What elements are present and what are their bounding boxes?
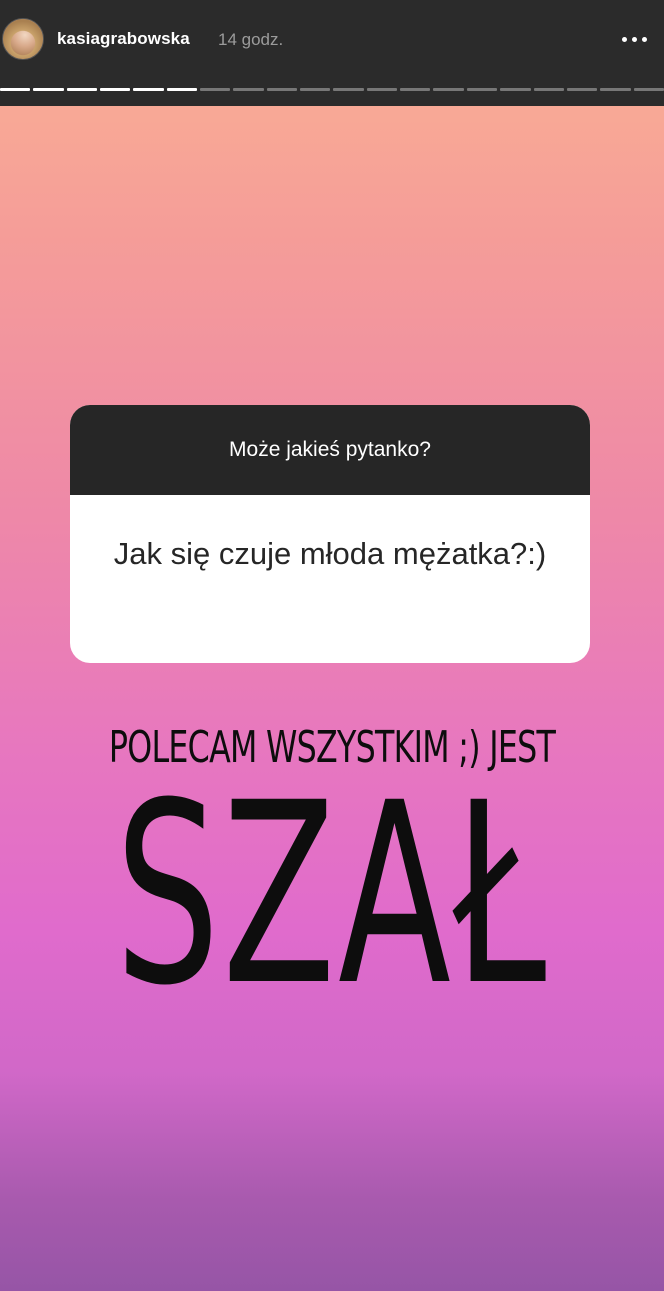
progress-segment	[100, 88, 131, 91]
progress-segment	[66, 88, 98, 91]
progress-segment	[300, 88, 331, 91]
progress-segment	[566, 88, 598, 91]
progress-segment	[33, 88, 64, 91]
more-options-button[interactable]	[614, 26, 654, 52]
more-horizontal-icon-dot	[631, 36, 637, 42]
story-header: kasiagrabowska 14 godz.	[0, 0, 664, 106]
progress-segment	[500, 88, 531, 91]
progress-segment	[133, 88, 164, 91]
progress-segment	[266, 88, 298, 91]
username-link[interactable]: kasiagrabowska	[57, 29, 190, 49]
progress-segment	[366, 88, 398, 91]
progress-segment	[633, 88, 664, 91]
progress-segment	[200, 88, 231, 91]
profile-avatar[interactable]	[2, 18, 44, 60]
progress-segment	[600, 88, 631, 91]
progress-segment	[533, 88, 564, 91]
more-horizontal-icon-dot	[621, 36, 627, 42]
question-sticker: Może jakieś pytanko? Jak się czuje młoda…	[70, 405, 590, 663]
progress-segment	[0, 88, 31, 91]
post-timestamp: 14 godz.	[218, 30, 284, 49]
more-horizontal-icon-dot	[641, 36, 647, 42]
progress-segment	[166, 88, 198, 91]
story-viewer[interactable]: kasiagrabowska 14 godz. Może jakieś pyta…	[0, 0, 664, 1291]
progress-segment	[433, 88, 464, 91]
caption-big-word: SZAŁ	[115, 749, 549, 1040]
question-answer: Jak się czuje młoda mężatka?:)	[113, 536, 547, 571]
progress-segment	[466, 88, 498, 91]
story-progress-bar	[0, 88, 664, 91]
question-prompt: Może jakieś pytanko?	[229, 438, 431, 461]
progress-segment	[233, 88, 264, 91]
progress-segment	[400, 88, 431, 91]
avatar-image	[3, 19, 43, 59]
progress-segment	[333, 88, 364, 91]
question-sticker-header: Może jakieś pytanko?	[70, 405, 590, 495]
